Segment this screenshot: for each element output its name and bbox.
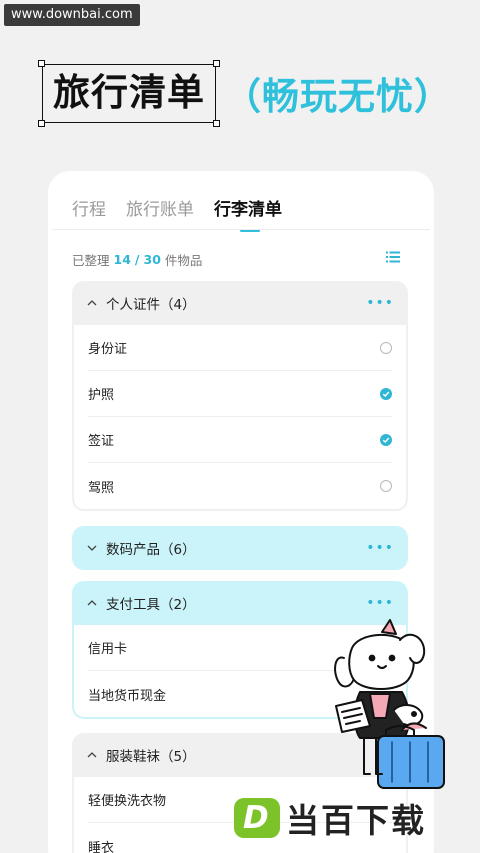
selection-handle <box>38 59 45 67</box>
item-label: 身份证 <box>88 342 128 357</box>
list-item[interactable]: 身份证 <box>88 325 392 371</box>
chevron-down-icon <box>87 545 97 551</box>
divider <box>52 229 430 230</box>
list-item[interactable]: 驾照 <box>88 463 392 509</box>
headline: 旅行清单 （畅玩无忧） <box>38 59 452 127</box>
summary-separator: / <box>134 252 140 267</box>
tab-travel-bill[interactable]: 旅行账单 <box>126 195 194 220</box>
brand-watermark: D 当百下载 <box>234 793 426 843</box>
group-title: 数码产品（6） <box>106 542 196 558</box>
category-group-documents: 个人证件（4） ••• 身份证 护照 签证 驾照 <box>72 281 408 511</box>
list-item[interactable]: 护照 <box>88 371 392 417</box>
group-header[interactable]: 个人证件（4） ••• <box>72 281 408 325</box>
group-items: 身份证 护照 签证 驾照 <box>74 325 406 509</box>
list-view-icon[interactable] <box>386 251 400 263</box>
brand-name: 当百下载 <box>286 801 426 840</box>
checked-circle-icon[interactable] <box>380 433 392 446</box>
group-title: 个人证件（4） <box>106 297 196 313</box>
checked-circle-icon[interactable] <box>380 387 392 400</box>
selection-handle <box>213 119 220 127</box>
unchecked-circle-icon[interactable] <box>380 480 392 492</box>
more-options-icon[interactable]: ••• <box>366 295 394 311</box>
more-options-icon[interactable]: ••• <box>366 540 394 556</box>
brand-logo-letter: D <box>243 800 269 836</box>
summary-prefix: 已整理 <box>72 253 110 268</box>
checkmark-icon <box>382 437 390 443</box>
unchecked-circle-icon[interactable] <box>380 341 392 354</box>
item-label: 驾照 <box>88 480 115 496</box>
item-label: 签证 <box>88 434 115 449</box>
category-group-digital: 数码产品（6） ••• <box>72 526 408 570</box>
checkmark-icon <box>382 391 390 397</box>
item-label: 护照 <box>88 388 115 403</box>
group-header[interactable]: 数码产品（6） ••• <box>72 526 408 570</box>
chevron-up-icon <box>87 752 97 758</box>
headline-boxed-title: 旅行清单 <box>38 59 220 127</box>
selection-handle <box>213 59 220 67</box>
chevron-up-icon <box>87 600 97 606</box>
tab-bar: 行程 旅行账单 行李清单 <box>72 195 282 232</box>
watermark: www.downbai.com <box>4 4 140 26</box>
summary-total-count: 30 <box>143 252 161 267</box>
headline-title-text: 旅行清单 <box>53 70 205 114</box>
summary-suffix: 件物品 <box>164 253 203 268</box>
selection-handle <box>38 119 45 127</box>
dog-mascot-illustration <box>334 619 445 789</box>
headline-accent: （畅玩无忧） <box>224 75 452 118</box>
tab-luggage-list[interactable]: 行李清单 <box>214 195 282 232</box>
group-title: 支付工具（2） <box>106 597 196 613</box>
brand-logo-icon: D <box>234 798 280 838</box>
tab-itinerary[interactable]: 行程 <box>72 195 106 220</box>
progress-summary: 已整理 14 / 30 件物品 <box>72 250 202 269</box>
list-item[interactable]: 签证 <box>88 417 392 463</box>
chevron-up-icon <box>87 300 97 306</box>
more-options-icon[interactable]: ••• <box>366 595 394 611</box>
summary-done-count: 14 <box>113 252 131 267</box>
